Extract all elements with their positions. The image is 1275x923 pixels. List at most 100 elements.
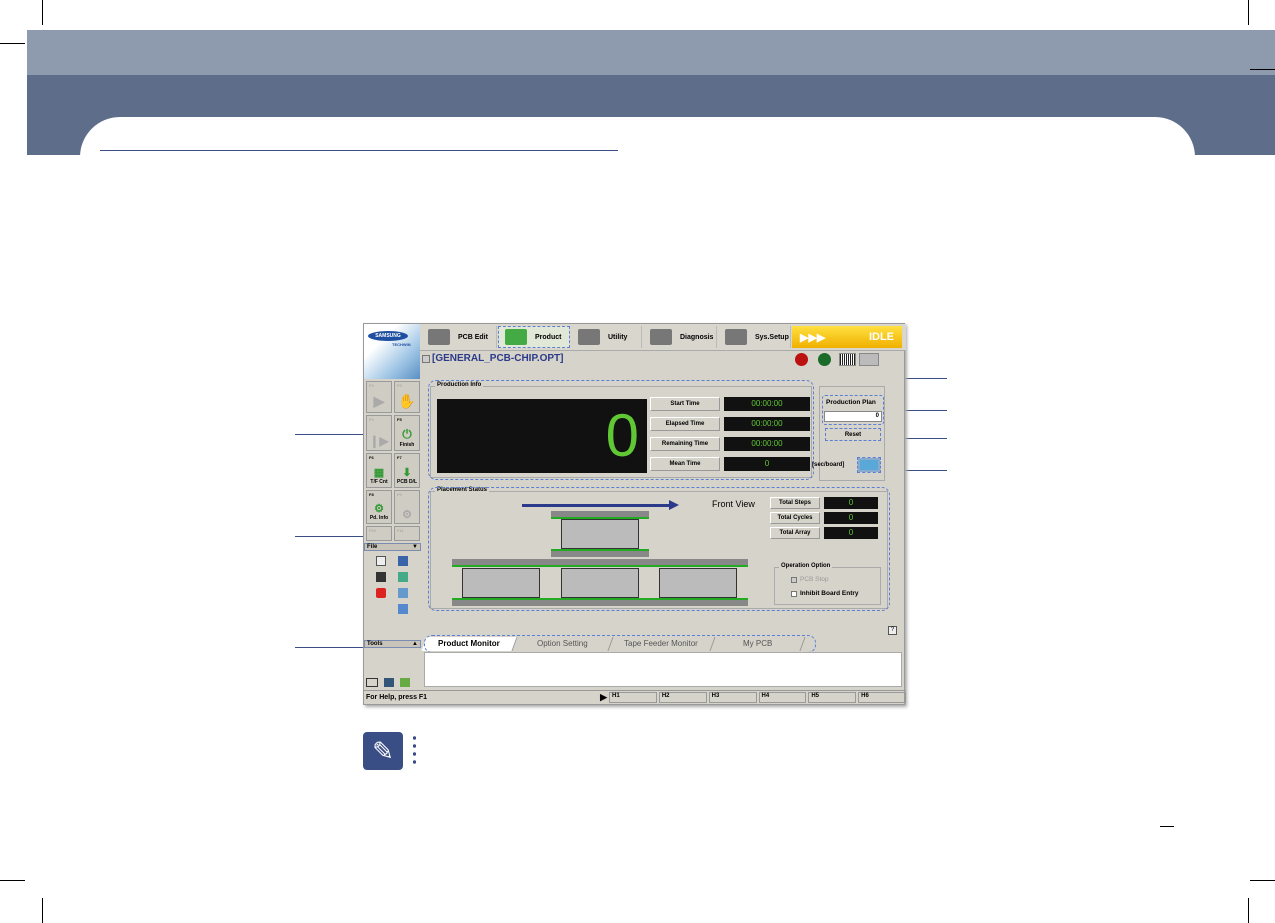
head-3-status: H3 xyxy=(708,692,757,703)
toolbar-utility-button[interactable]: Utility xyxy=(572,326,642,348)
clipboard-icon[interactable] xyxy=(400,678,410,687)
head-5-status: H5 xyxy=(808,692,857,703)
mean-time-value: 0 xyxy=(724,457,810,471)
finish-icon: ⏻ xyxy=(402,427,412,442)
board-slot-3 xyxy=(659,568,737,598)
head-4-status: H4 xyxy=(758,692,807,703)
total-steps-value: 0 xyxy=(824,497,878,509)
chevron-up-icon: ▲ xyxy=(412,641,418,647)
direction-arrow xyxy=(522,504,672,507)
callout-line xyxy=(295,434,363,435)
board-slot-1 xyxy=(462,568,540,598)
barcode-icon[interactable] xyxy=(839,353,856,366)
computer-icon[interactable] xyxy=(398,604,408,614)
conveyor-top xyxy=(452,559,748,567)
remaining-time-label: Remaining Time xyxy=(650,437,720,451)
toolbar-product-button[interactable]: Product xyxy=(498,326,570,348)
remaining-time-value: 00:00:00 xyxy=(724,437,810,451)
power-icon[interactable] xyxy=(376,588,386,598)
pcb-stop-checkbox[interactable]: PCB Stop xyxy=(791,576,829,583)
f9-button[interactable]: F9 ⚙ xyxy=(394,489,420,524)
callout-line xyxy=(295,647,363,648)
total-cycles-label: Total Cycles xyxy=(770,512,820,524)
toolbar-sys-setup-button[interactable]: Sys.Setup xyxy=(719,326,791,348)
board-slot-2 xyxy=(561,568,639,598)
gear-pin-icon: ⚙ xyxy=(402,508,412,521)
crop-mark xyxy=(1248,898,1249,923)
callout-line xyxy=(295,536,363,537)
diagnosis-icon xyxy=(650,329,672,345)
hand-stop-icon: ✋ xyxy=(398,393,416,410)
elapsed-time-value: 00:00:00 xyxy=(724,417,810,431)
help-button[interactable]: ? xyxy=(888,626,897,635)
function-key-panel: F2 ▶ F3 ✋ F4 ❙▶ F5 ⏻ Finish F6 ▦ T/F Cnt F7 ⬇ PCB… xyxy=(366,381,420,541)
save-icon[interactable] xyxy=(376,572,386,582)
head-2-status: H2 xyxy=(658,692,707,703)
total-array-value: 0 xyxy=(824,527,878,539)
open-folder-icon[interactable] xyxy=(398,556,408,566)
page-number-line xyxy=(1160,826,1174,827)
f2-start-button[interactable]: F2 ▶ xyxy=(366,381,392,414)
play-icon[interactable]: ▶ xyxy=(600,692,607,703)
total-cycles-value: 0 xyxy=(824,512,878,524)
production-time-table: Start Time 00:00:00 Elapsed Time 00:00:00 … xyxy=(650,397,810,471)
crop-mark xyxy=(1250,880,1275,881)
app-window: SAMSUNG TECHWIN PCB Edit Product Utility… xyxy=(363,323,906,705)
file-title: [GENERAL_PCB-CHIP.OPT] xyxy=(422,353,564,364)
crop-mark xyxy=(1248,0,1249,25)
f7-pcb-dl-button[interactable]: F7 ⬇ PCB D/L xyxy=(394,453,420,488)
green-lamp-icon[interactable] xyxy=(818,353,831,366)
placement-counts: Total Steps 0 Total Cycles 0 Total Array 0 xyxy=(770,497,878,539)
f11-button[interactable]: F11 xyxy=(394,525,420,541)
toolbar-diagnosis-button[interactable]: Diagnosis xyxy=(644,326,717,348)
note-pencil-icon: ✎ xyxy=(363,732,403,770)
tools-panel-header[interactable]: Tools ▲ xyxy=(364,640,421,648)
reset-button[interactable]: Reset xyxy=(825,428,881,441)
highlight-box xyxy=(424,635,816,653)
nozzle-icon[interactable] xyxy=(859,353,879,366)
download-icon[interactable] xyxy=(398,572,408,582)
arrow-head-icon xyxy=(669,500,679,510)
crop-mark xyxy=(42,0,43,25)
start-time-label: Start Time xyxy=(650,397,720,411)
head-6-status: H6 xyxy=(858,692,906,703)
utility-folder-icon xyxy=(578,329,600,345)
edit-icon[interactable] xyxy=(398,588,408,598)
elapsed-time-label: Elapsed Time xyxy=(650,417,720,431)
crop-mark xyxy=(42,898,43,923)
f5-finish-button[interactable]: F5 ⏻ Finish xyxy=(394,415,420,452)
product-gear-icon xyxy=(505,329,527,345)
toolbar-pcb-edit-button[interactable]: PCB Edit xyxy=(422,326,497,348)
file-panel-icons xyxy=(370,554,420,618)
f3-stop-button[interactable]: F3 ✋ xyxy=(394,381,420,414)
head-1-status: H1 xyxy=(609,692,657,703)
gear-list-icon: ⚙ xyxy=(374,502,384,515)
grid-icon: ▦ xyxy=(373,466,385,479)
red-lamp-icon[interactable] xyxy=(795,353,808,366)
chart-view-icon[interactable] xyxy=(857,457,881,473)
sec-per-board-label: [sec/board] xyxy=(812,462,845,468)
tools-icons xyxy=(366,678,418,688)
f10-button[interactable]: F10 xyxy=(366,525,392,541)
crop-mark xyxy=(0,880,25,881)
head-unit xyxy=(561,519,639,549)
f4-step-button[interactable]: F4 ❙▶ xyxy=(366,415,392,452)
f6-tf-cnt-button[interactable]: F6 ▦ T/F Cnt xyxy=(366,453,392,488)
content-area-tab xyxy=(80,117,1195,177)
pcb-download-icon: ⬇ xyxy=(402,466,412,479)
file-icon xyxy=(422,354,430,363)
f8-pd-info-button[interactable]: F8 ⚙ Pd. Info xyxy=(366,489,392,524)
head-rail xyxy=(551,511,649,519)
font-icon[interactable] xyxy=(366,678,378,687)
new-file-icon[interactable] xyxy=(376,556,386,566)
inhibit-board-entry-checkbox[interactable]: Inhibit Board Entry xyxy=(791,590,859,597)
save-all-icon[interactable] xyxy=(384,678,394,687)
mean-time-label: Mean Time xyxy=(650,457,720,471)
machine-status-indicator: ▶▶▶ IDLE xyxy=(792,326,902,348)
start-time-value: 00:00:00 xyxy=(724,397,810,411)
file-panel-header[interactable]: File ▼ xyxy=(364,543,421,551)
header-band-light xyxy=(27,30,1275,76)
status-bar: For Help, press F1 ▶ H1 H2 H3 H4 H5 H6 xyxy=(364,690,906,704)
conveyor-bottom xyxy=(452,598,748,606)
total-steps-label: Total Steps xyxy=(770,497,820,509)
